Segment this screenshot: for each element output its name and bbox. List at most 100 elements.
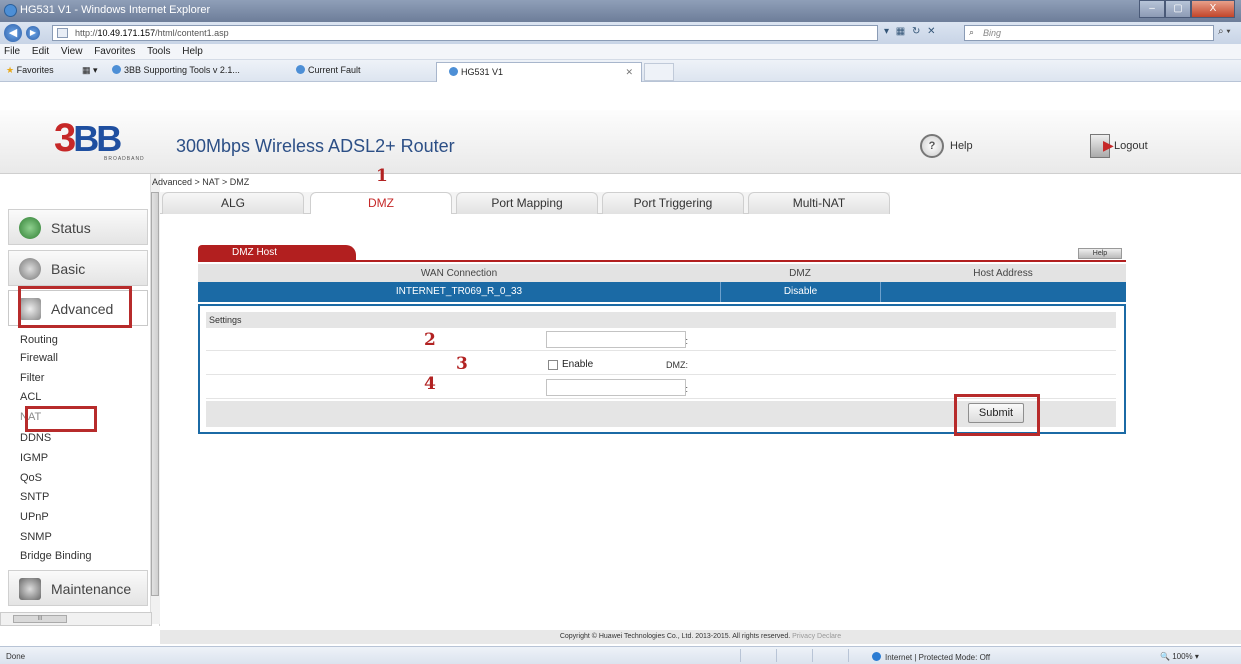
logout-button[interactable]: Logout [1090, 134, 1148, 158]
dmz-enable-checkbox[interactable] [548, 360, 558, 370]
search-options-icon[interactable]: ⌕ ▾ [1218, 26, 1231, 37]
highlight-nat [25, 406, 97, 432]
cell-wan-connection: INTERNET_TR069_R_0_33 [395, 286, 523, 297]
sidebar-item-qos[interactable]: QoS [20, 472, 42, 484]
highlight-advanced [18, 286, 132, 328]
sidebar-item-routing[interactable]: Routing [20, 334, 58, 346]
page-icon [57, 28, 68, 38]
section-help-button[interactable]: Help [1078, 248, 1122, 259]
address-input[interactable]: http://10.49.171.157/html/content1.asp [52, 25, 878, 41]
menu-file[interactable]: File [0, 44, 25, 57]
sidebar-item-sntp[interactable]: SNTP [20, 491, 49, 503]
url-path: /html/content1.asp [155, 28, 229, 38]
sidebar-category-status[interactable]: Status [8, 209, 148, 245]
status-text: Done [6, 652, 26, 661]
browser-tab[interactable]: HG531 V1 ✕ [436, 62, 642, 82]
header-wan-connection: WAN Connection [420, 268, 498, 279]
status-divider [812, 649, 813, 662]
fav-item-3bb[interactable]: 3BB Supporting Tools v 2.1... [112, 65, 240, 75]
header-dmz: DMZ [789, 268, 811, 279]
zone-label: Internet | Protected Mode: Off [885, 653, 991, 662]
minimize-button[interactable]: – [1139, 0, 1165, 18]
highlight-submit [954, 394, 1040, 436]
search-input[interactable]: ⌕ Bing [964, 25, 1214, 41]
maximize-button[interactable]: ▢ [1165, 0, 1191, 18]
logout-label: Logout [1114, 139, 1148, 152]
zoom-control[interactable]: 🔍 100% ▾ [1160, 652, 1199, 661]
window-title: HG531 V1 - Windows Internet Explorer [20, 4, 211, 16]
privacy-link[interactable]: Privacy Declare [792, 633, 841, 640]
annotation-1: 1 [376, 166, 388, 186]
status-divider [776, 649, 777, 662]
tab-multi-nat[interactable]: Multi-NAT [748, 192, 890, 214]
url-prefix: http:// [75, 28, 98, 38]
forward-button[interactable]: ▶ [26, 26, 40, 40]
help-button[interactable]: ? Help [920, 134, 973, 158]
address-bar-area: ◀ ▶ http://10.49.171.157/html/content1.a… [0, 22, 1241, 44]
status-divider [848, 649, 849, 662]
zoom-level: 100% [1172, 652, 1193, 661]
annotation-4: 4 [424, 374, 436, 394]
security-zone[interactable]: Internet | Protected Mode: Off [872, 652, 990, 662]
tab-port-triggering[interactable]: Port Triggering [602, 192, 744, 214]
address-tools[interactable]: ▾ ▦ ↻ ✕ [884, 26, 938, 37]
annotation-3: 3 [456, 354, 468, 374]
window-titlebar: HG531 V1 - Windows Internet Explorer – ▢… [0, 0, 1241, 22]
host-address-input[interactable] [546, 331, 686, 348]
status-bar: Done Internet | Protected Mode: Off 🔍 10… [0, 646, 1241, 664]
table-row[interactable]: INTERNET_TR069_R_0_33 Disable [198, 282, 1126, 302]
section-divider [198, 260, 1126, 262]
help-label: Help [950, 139, 973, 152]
fav-grid-icon[interactable]: ▦ ▾ [82, 65, 98, 76]
sidebar-item-acl[interactable]: ACL [20, 391, 41, 403]
dmz-enable-label: Enable [562, 359, 594, 370]
fav-item-current-fault[interactable]: Current Fault [296, 65, 361, 75]
menu-view[interactable]: View [57, 44, 88, 57]
sidebar-item-upnp[interactable]: UPnP [20, 511, 49, 523]
sidebar-item-firewall[interactable]: Firewall [20, 352, 58, 364]
annotation-2: 2 [424, 330, 436, 350]
logo-three: 3 [54, 116, 76, 160]
ie-logo-icon [4, 4, 17, 17]
tab-alg[interactable]: ALG [162, 192, 304, 214]
search-placeholder: Bing [983, 28, 1002, 38]
settings-title: Settings [206, 312, 1116, 328]
sidebar-category-basic[interactable]: Basic [8, 250, 148, 286]
sidebar-item-ddns[interactable]: DDNS [20, 432, 51, 444]
sidebar-category-maintenance[interactable]: Maintenance [8, 570, 148, 606]
search-icon: ⌕ [969, 27, 975, 37]
menu-favorites[interactable]: Favorites [90, 44, 140, 57]
sidebar-item-bridge-binding[interactable]: Bridge Binding [20, 550, 92, 562]
sidebar-scroll-thumb[interactable] [151, 192, 159, 596]
menu-help[interactable]: Help [178, 44, 208, 57]
fav-item-label: Current Fault [308, 65, 361, 75]
close-window-button[interactable]: X [1191, 0, 1235, 18]
new-tab-button[interactable] [644, 63, 674, 81]
tab-dmz[interactable]: DMZ [310, 192, 452, 214]
help-icon: ? [920, 134, 944, 158]
logo-subtext: BROADBAND [104, 156, 145, 162]
status-divider [740, 649, 741, 662]
sidebar-item-filter[interactable]: Filter [20, 372, 44, 384]
back-button[interactable]: ◀ [4, 24, 22, 42]
star-icon: ★ [6, 65, 15, 75]
gear-icon [19, 258, 41, 280]
close-tab-icon[interactable]: ✕ [625, 67, 633, 78]
sidebar-horizontal-scrollbar[interactable]: III [0, 612, 152, 626]
validate-code-input[interactable] [546, 379, 686, 396]
sidebar-item-igmp[interactable]: IGMP [20, 452, 48, 464]
menu-bar: File Edit View Favorites Tools Help [0, 44, 1241, 60]
cell-dmz: Disable [720, 282, 880, 302]
logo-bb: BB [73, 118, 122, 159]
category-label: Status [51, 220, 91, 236]
sidebar-item-snmp[interactable]: SNMP [20, 531, 52, 543]
menu-tools[interactable]: Tools [143, 44, 175, 57]
favorites-button[interactable]: ★ Favorites [6, 65, 54, 76]
tab-port-mapping[interactable]: Port Mapping [456, 192, 598, 214]
tab-bar: ALG DMZ Port Mapping Port Triggering Mul… [160, 192, 890, 214]
menu-edit[interactable]: Edit [28, 44, 54, 57]
url-host: 10.49.171.157 [97, 28, 156, 38]
scroll-thumb[interactable]: III [13, 615, 67, 623]
ie-page-icon [296, 65, 305, 74]
favorites-label: Favorites [16, 65, 54, 75]
